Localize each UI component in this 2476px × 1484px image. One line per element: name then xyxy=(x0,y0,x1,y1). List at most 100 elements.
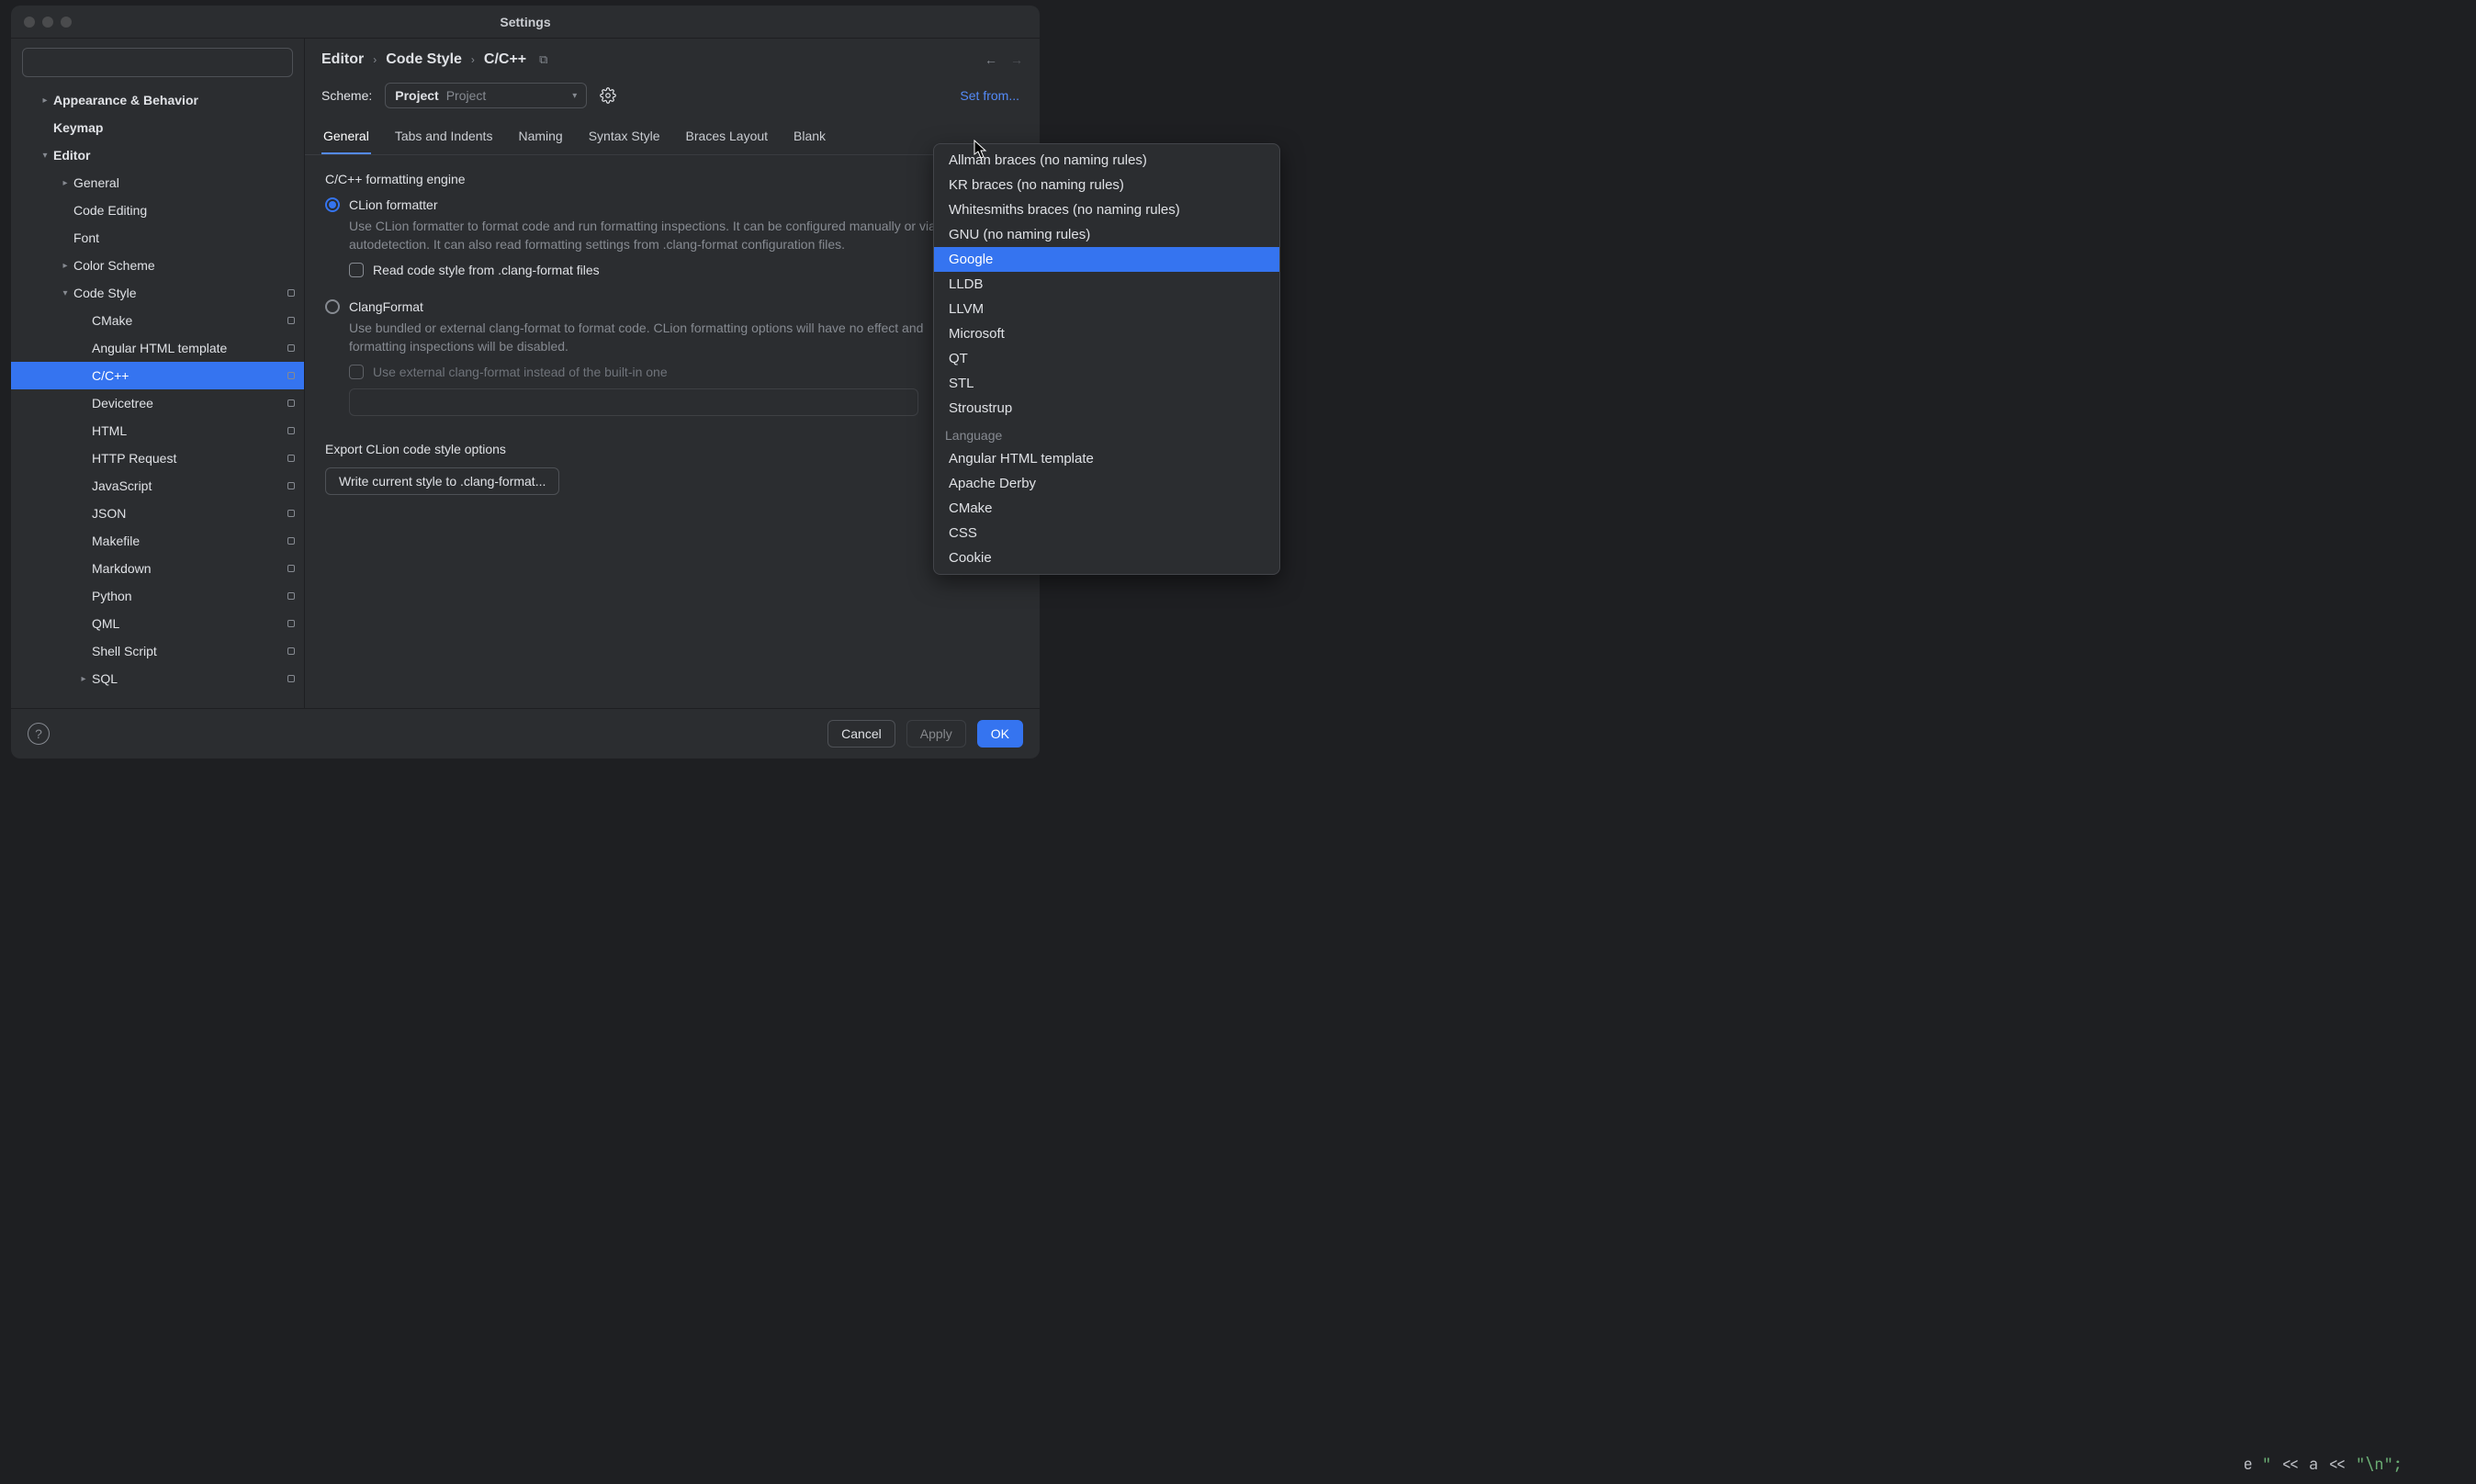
tree-item-label: General xyxy=(73,175,295,190)
popup-item-qt[interactable]: QT xyxy=(934,346,1279,371)
scheme-badge-icon xyxy=(287,565,295,572)
tree-item-label: SQL xyxy=(92,671,282,686)
tree-item-devicetree[interactable]: Devicetree xyxy=(11,389,304,417)
copy-icon[interactable]: ⧉ xyxy=(539,52,547,67)
settings-dialog: Settings ▸Appearance & BehaviorKeymap▾Ed… xyxy=(11,6,1040,759)
scheme-badge-icon xyxy=(287,592,295,600)
scheme-sub: Project xyxy=(446,88,487,103)
tree-item-keymap[interactable]: Keymap xyxy=(11,114,304,141)
tree-item-python[interactable]: Python xyxy=(11,582,304,610)
clion-formatter-desc: Use CLion formatter to format code and r… xyxy=(349,218,937,253)
popup-item-stroustrup[interactable]: Stroustrup xyxy=(934,396,1279,421)
tree-item-label: Python xyxy=(92,589,282,603)
scheme-badge-icon xyxy=(287,372,295,379)
tree-item-label: Angular HTML template xyxy=(92,341,282,355)
tree-item-label: Markdown xyxy=(92,561,282,576)
breadcrumb: Editor › Code Style › C/C++ ⧉ xyxy=(321,51,985,68)
tree-item-markdown[interactable]: Markdown xyxy=(11,555,304,582)
read-clang-format-checkbox[interactable] xyxy=(349,263,364,277)
tree-item-http-request[interactable]: HTTP Request xyxy=(11,444,304,472)
settings-search-input[interactable] xyxy=(22,48,293,77)
forward-icon: → xyxy=(1010,52,1023,67)
tree-item-label: Editor xyxy=(53,148,295,163)
tree-item-label: Keymap xyxy=(53,120,295,135)
clangformat-radio[interactable] xyxy=(325,299,340,314)
chevron-down-icon[interactable]: ▾ xyxy=(37,151,53,161)
tree-item-sql[interactable]: ▸SQL xyxy=(11,665,304,692)
tree-item-html[interactable]: HTML xyxy=(11,417,304,444)
tree-item-label: Code Editing xyxy=(73,203,295,218)
tree-item-makefile[interactable]: Makefile xyxy=(11,527,304,555)
set-from-link[interactable]: Set from... xyxy=(960,88,1023,103)
tree-item-label: CMake xyxy=(92,313,282,328)
back-icon[interactable]: ← xyxy=(985,52,997,67)
chevron-right-icon[interactable]: ▸ xyxy=(75,674,92,684)
window-title: Settings xyxy=(11,15,1040,29)
read-clang-format-label: Read code style from .clang-format files xyxy=(373,263,600,277)
popup-item-allman-braces-no-naming-rules-[interactable]: Allman braces (no naming rules) xyxy=(934,148,1279,173)
tree-item-shell-script[interactable]: Shell Script xyxy=(11,637,304,665)
tab-braces-layout[interactable]: Braces Layout xyxy=(684,121,771,154)
tree-item-c-c-[interactable]: C/C++ xyxy=(11,362,304,389)
chevron-right-icon[interactable]: ▸ xyxy=(57,178,73,188)
popup-item-gnu-no-naming-rules-[interactable]: GNU (no naming rules) xyxy=(934,222,1279,247)
tree-item-code-editing[interactable]: Code Editing xyxy=(11,197,304,224)
popup-section-header: Language xyxy=(934,421,1279,446)
tree-item-color-scheme[interactable]: ▸Color Scheme xyxy=(11,252,304,279)
tree-item-cmake[interactable]: CMake xyxy=(11,307,304,334)
scheme-badge-icon xyxy=(287,317,295,324)
scheme-dropdown[interactable]: Project Project ▾ xyxy=(385,83,587,108)
tree-item-label: C/C++ xyxy=(92,368,282,383)
popup-item-llvm[interactable]: LLVM xyxy=(934,297,1279,321)
tab-tabs-and-indents[interactable]: Tabs and Indents xyxy=(393,121,495,154)
popup-item-stl[interactable]: STL xyxy=(934,371,1279,396)
chevron-down-icon[interactable]: ▾ xyxy=(57,288,73,298)
tree-item-label: Makefile xyxy=(92,534,282,548)
tree-item-label: JSON xyxy=(92,506,282,521)
popup-item-microsoft[interactable]: Microsoft xyxy=(934,321,1279,346)
tree-item-editor[interactable]: ▾Editor xyxy=(11,141,304,169)
tree-item-javascript[interactable]: JavaScript xyxy=(11,472,304,500)
settings-tree: ▸Appearance & BehaviorKeymap▾Editor▸Gene… xyxy=(11,86,304,708)
cancel-button[interactable]: Cancel xyxy=(827,720,895,748)
breadcrumb-item[interactable]: Code Style xyxy=(386,51,462,68)
help-icon[interactable]: ? xyxy=(28,723,50,745)
popup-item-google[interactable]: Google xyxy=(934,247,1279,272)
tab-syntax-style[interactable]: Syntax Style xyxy=(587,121,662,154)
tree-item-label: Code Style xyxy=(73,286,282,300)
popup-item-apache-derby[interactable]: Apache Derby xyxy=(934,471,1279,496)
tree-item-code-style[interactable]: ▾Code Style xyxy=(11,279,304,307)
tab-blank[interactable]: Blank xyxy=(792,121,827,154)
clangformat-label: ClangFormat xyxy=(349,299,423,314)
background-code: e " << a << "\n"; xyxy=(2244,1455,2403,1475)
popup-item-angular-html-template[interactable]: Angular HTML template xyxy=(934,446,1279,471)
popup-item-css[interactable]: CSS xyxy=(934,521,1279,545)
popup-item-cookie[interactable]: Cookie xyxy=(934,545,1279,570)
chevron-right-icon[interactable]: ▸ xyxy=(57,261,73,271)
tree-item-general[interactable]: ▸General xyxy=(11,169,304,197)
popup-item-lldb[interactable]: LLDB xyxy=(934,272,1279,297)
tree-item-json[interactable]: JSON xyxy=(11,500,304,527)
tree-item-font[interactable]: Font xyxy=(11,224,304,252)
tree-item-label: Appearance & Behavior xyxy=(53,93,295,107)
gear-icon[interactable] xyxy=(600,87,616,104)
write-clang-format-button[interactable]: Write current style to .clang-format... xyxy=(325,467,559,495)
tab-naming[interactable]: Naming xyxy=(516,121,564,154)
dialog-footer: ? Cancel Apply OK xyxy=(11,708,1040,759)
tree-item-label: Color Scheme xyxy=(73,258,295,273)
titlebar: Settings xyxy=(11,6,1040,39)
scheme-badge-icon xyxy=(287,399,295,407)
breadcrumb-item[interactable]: Editor xyxy=(321,51,364,68)
popup-item-kr-braces-no-naming-rules-[interactable]: KR braces (no naming rules) xyxy=(934,173,1279,197)
ok-button[interactable]: OK xyxy=(977,720,1023,748)
tree-item-angular-html-template[interactable]: Angular HTML template xyxy=(11,334,304,362)
tab-general[interactable]: General xyxy=(321,121,371,154)
tree-item-qml[interactable]: QML xyxy=(11,610,304,637)
scheme-badge-icon xyxy=(287,427,295,434)
popup-item-whitesmiths-braces-no-naming-rules-[interactable]: Whitesmiths braces (no naming rules) xyxy=(934,197,1279,222)
tree-item-appearance-behavior[interactable]: ▸Appearance & Behavior xyxy=(11,86,304,114)
tree-item-label: HTML xyxy=(92,423,282,438)
popup-item-cmake[interactable]: CMake xyxy=(934,496,1279,521)
chevron-right-icon[interactable]: ▸ xyxy=(37,96,53,106)
clion-formatter-radio[interactable] xyxy=(325,197,340,212)
